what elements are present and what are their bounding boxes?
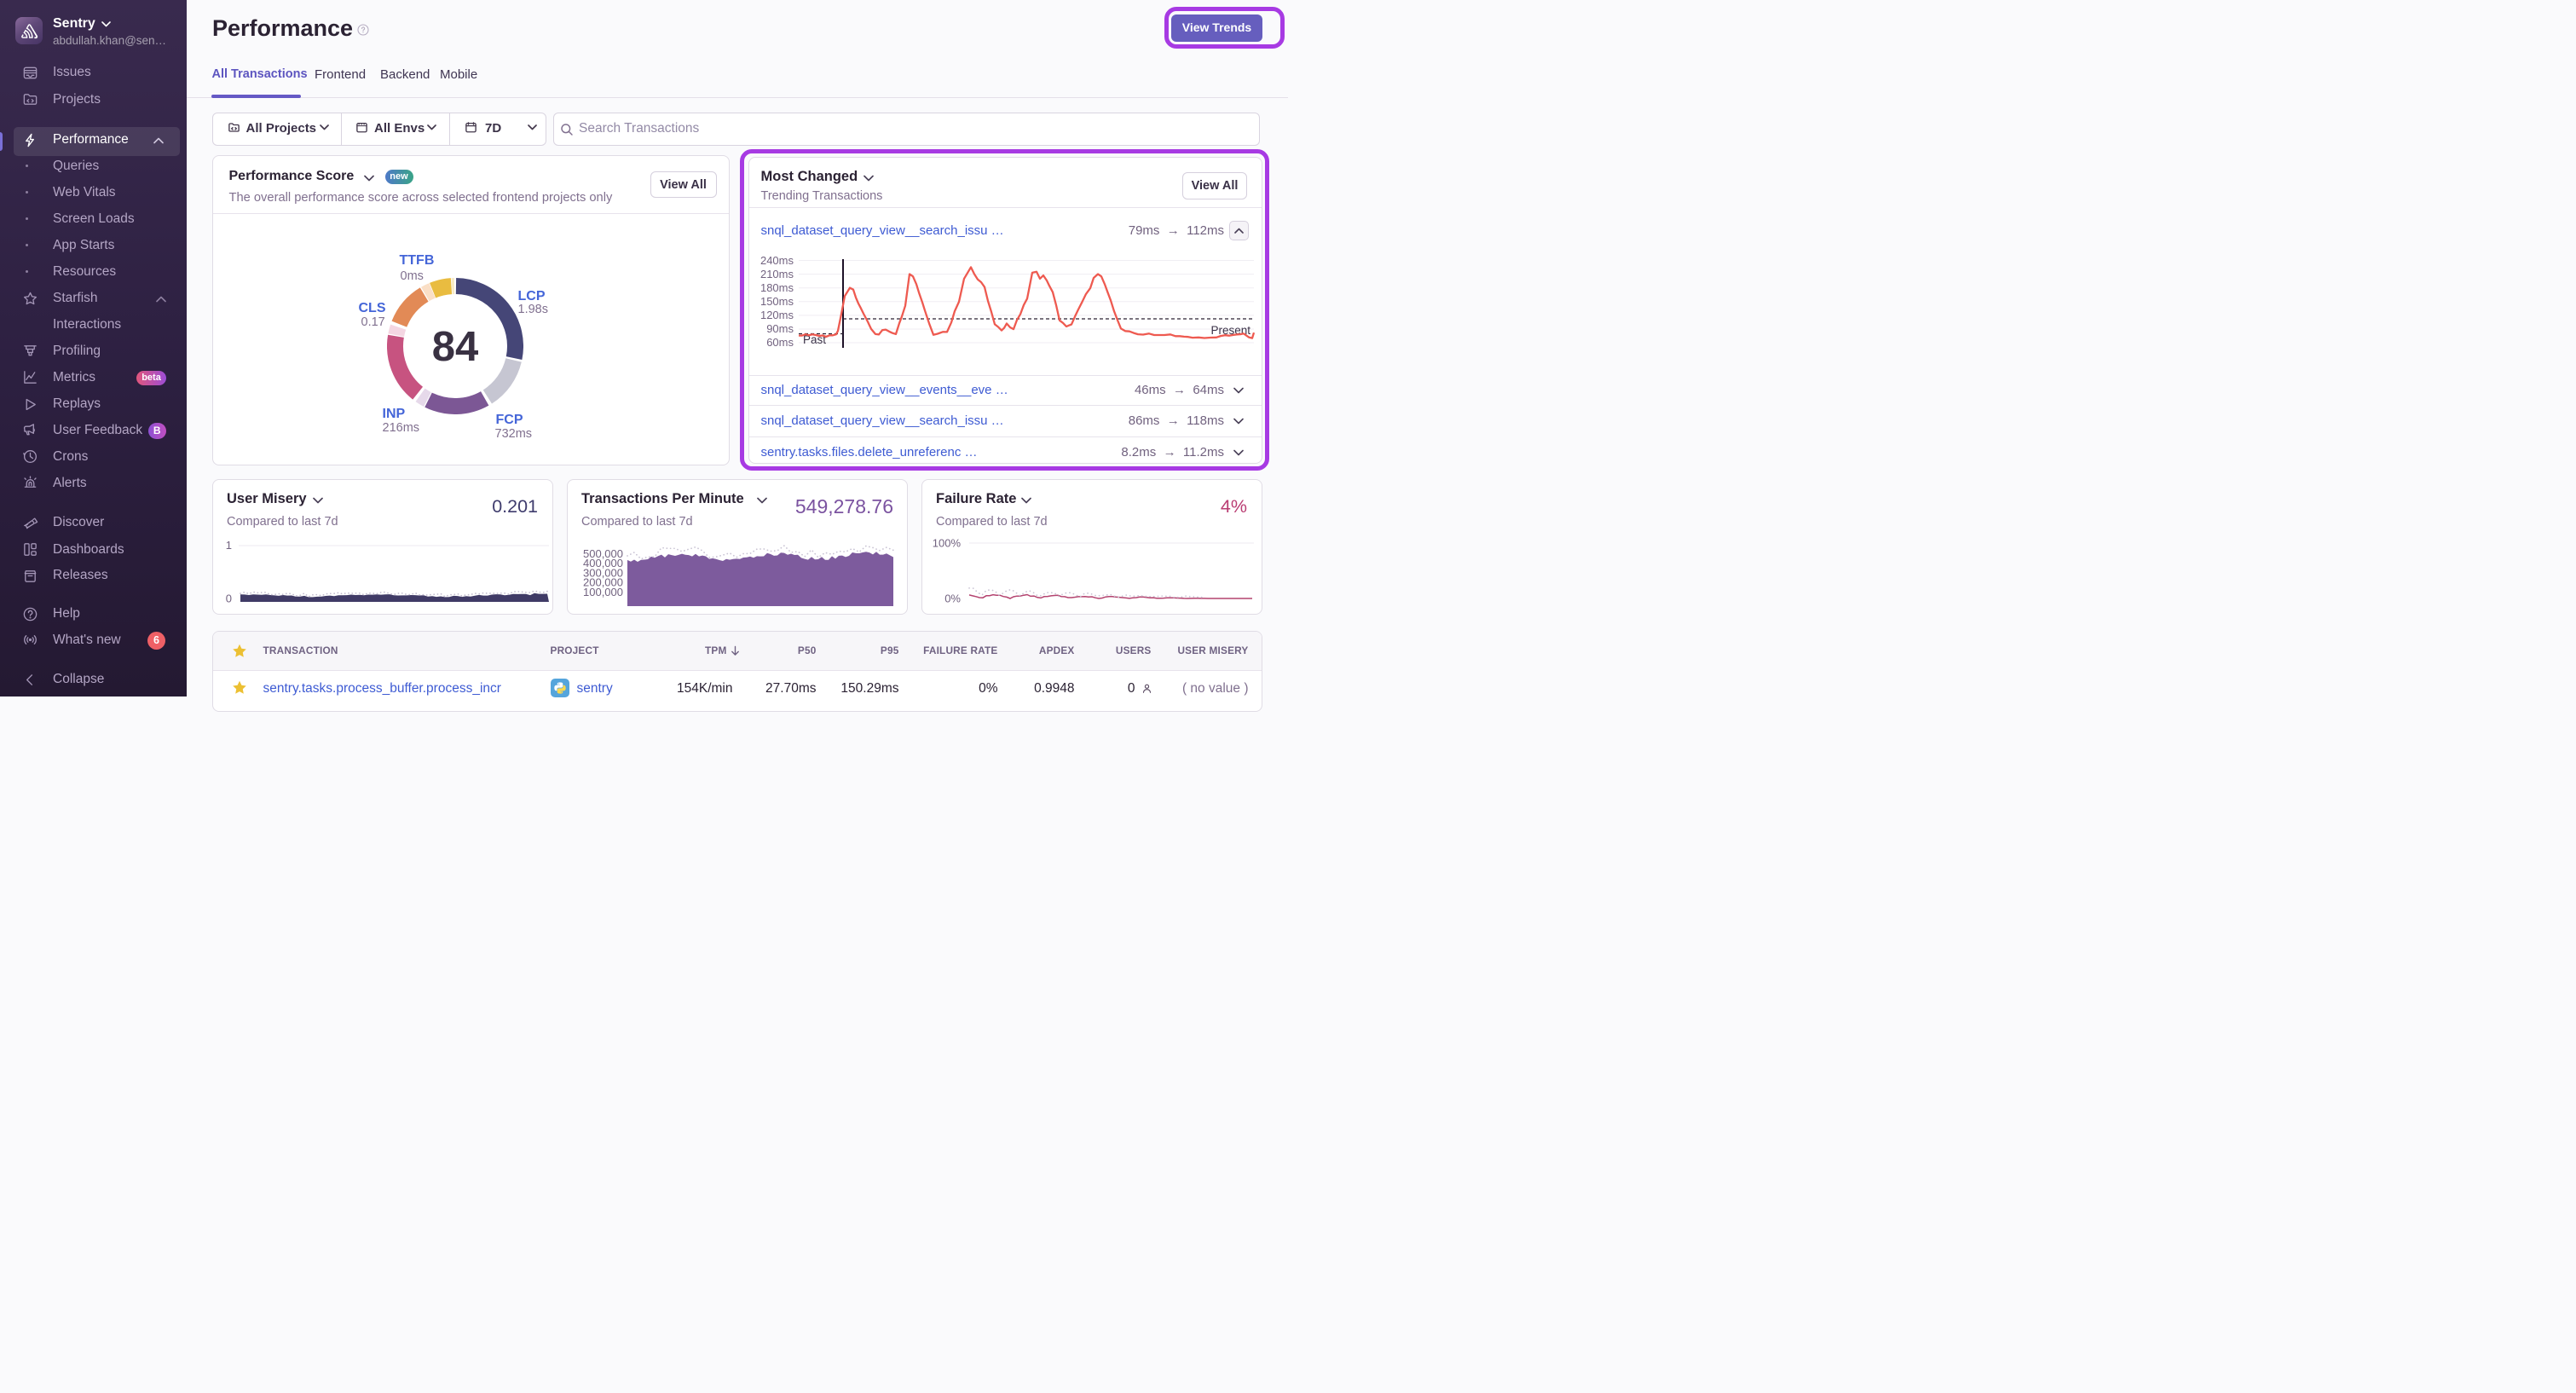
svg-text:0%: 0% — [944, 592, 961, 605]
svg-text:100,000: 100,000 — [583, 586, 623, 598]
svg-text:1: 1 — [226, 539, 232, 552]
svg-text:180ms: 180ms — [760, 281, 794, 294]
svg-text:60ms: 60ms — [766, 336, 794, 349]
svg-text:210ms: 210ms — [760, 268, 794, 280]
svg-text:120ms: 120ms — [760, 309, 794, 321]
svg-text:90ms: 90ms — [766, 322, 794, 335]
svg-text:150ms: 150ms — [760, 295, 794, 308]
svg-text:240ms: 240ms — [760, 254, 794, 267]
svg-text:100%: 100% — [933, 537, 962, 550]
svg-text:0: 0 — [226, 592, 232, 605]
